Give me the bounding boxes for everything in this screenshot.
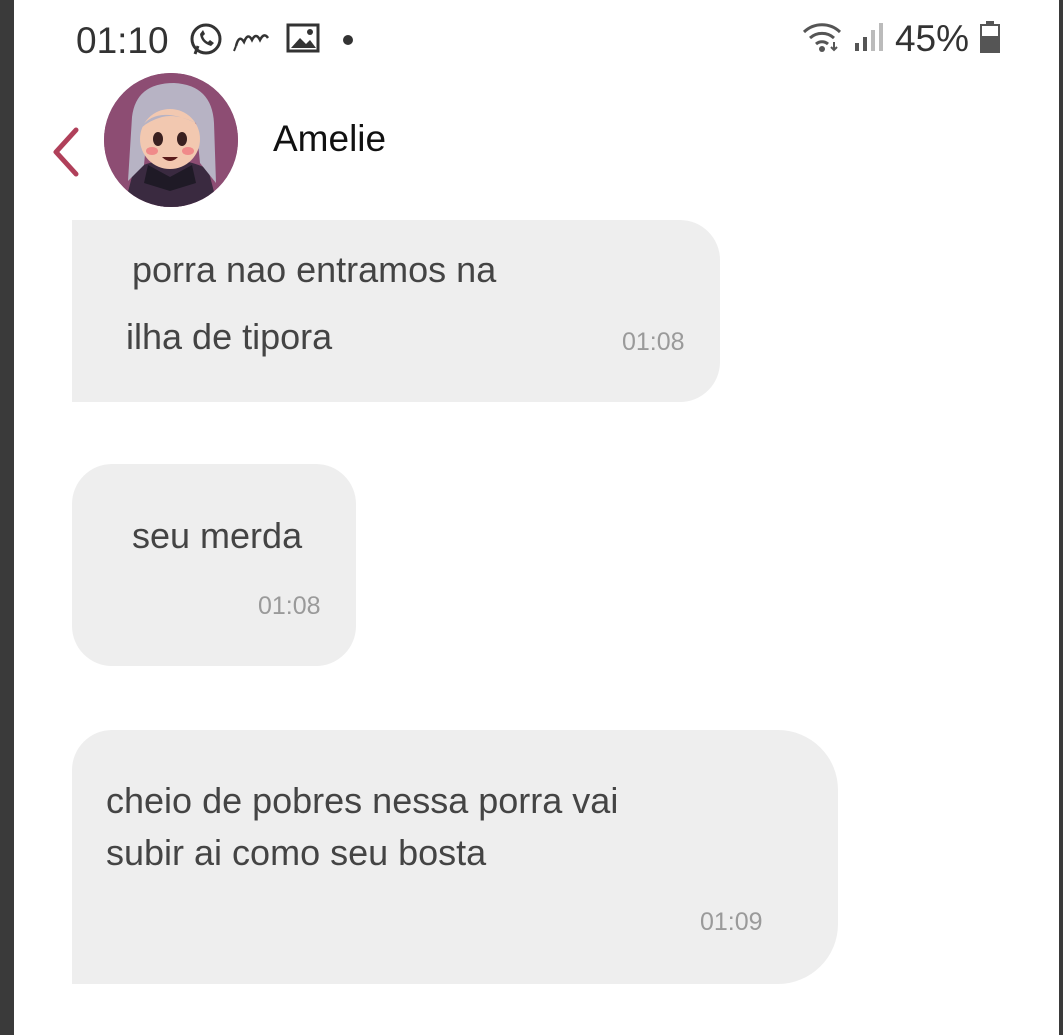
message-bubble[interactable]: cheio de pobres nessa porra vai subir ai…: [72, 730, 838, 984]
message-text-line: ilha de tipora: [126, 316, 333, 357]
message-text-line: subir ai como seu bosta: [106, 832, 487, 873]
contact-name: Amelie: [273, 118, 387, 159]
message-bubble[interactable]: seu merda 01:08: [72, 464, 356, 666]
battery-percent: 45%: [894, 18, 969, 59]
message-bubble[interactable]: porra nao entramos na ilha de tipora 01:…: [72, 220, 720, 402]
avatar[interactable]: [104, 73, 238, 207]
back-chevron-icon[interactable]: [48, 122, 82, 182]
message-time: 01:08: [622, 328, 685, 356]
whatsapp-icon: [188, 22, 224, 63]
left-frame-edge: [0, 0, 14, 1035]
signal-icon: [853, 21, 885, 58]
message-time: 01:09: [700, 908, 763, 936]
battery-icon: [979, 20, 1001, 59]
notification-icon: [232, 26, 272, 57]
message-text-line: cheio de pobres nessa porra vai: [106, 780, 619, 821]
message-text-line: porra nao entramos na: [132, 249, 497, 290]
chat-header: Amelie: [14, 70, 1059, 210]
message-time: 01:08: [258, 592, 321, 620]
right-frame-edge: [1059, 0, 1063, 1035]
status-time: 01:10: [76, 20, 169, 61]
dot-icon: [342, 33, 354, 51]
message-text-line: seu merda: [132, 515, 303, 556]
gallery-icon: [286, 22, 320, 59]
wifi-icon: [801, 20, 843, 59]
status-bar: 01:10 45%: [14, 0, 1059, 78]
